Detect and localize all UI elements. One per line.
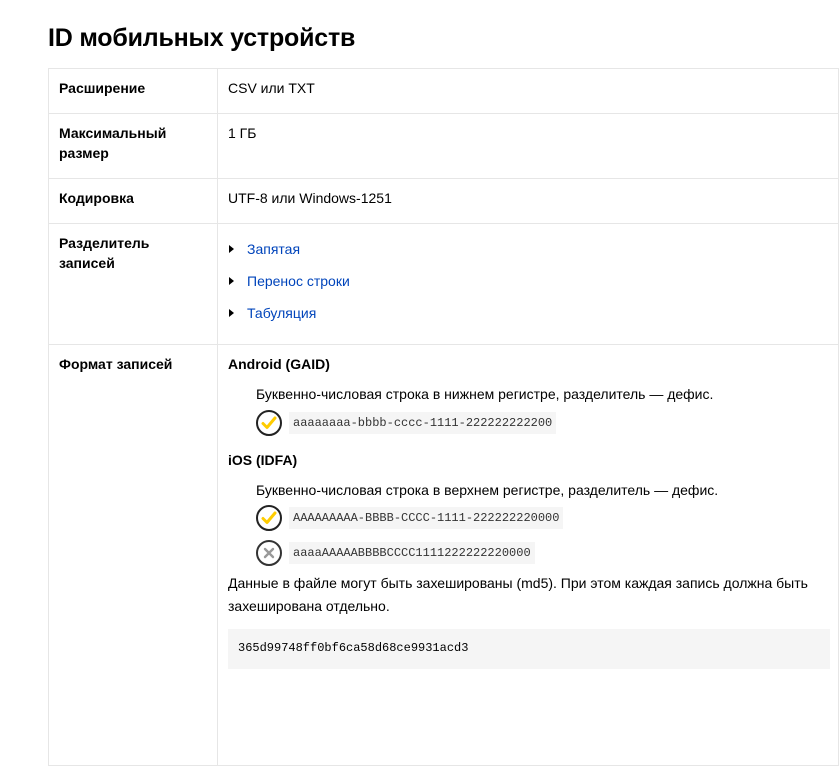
android-heading: Android (GAID)	[228, 356, 330, 372]
separator-option-tab[interactable]: Табуляция	[228, 297, 828, 329]
separator-option-newline[interactable]: Перенос строки	[228, 265, 828, 297]
hash-example-code: 365d99748ff0bf6ca58d68ce9931acd3	[238, 641, 469, 655]
android-description: Буквенно-числовая строка в нижнем регист…	[256, 386, 714, 402]
table-row: Формат записей Android (GAID) Буквенно-ч…	[48, 344, 839, 766]
table-row: Максимальный размер 1 ГБ	[48, 113, 839, 179]
format-label: Формат записей	[48, 344, 218, 766]
expand-arrow-icon[interactable]	[229, 277, 234, 285]
hash-note-line1: Данные в файле могут быть захешированы (…	[228, 575, 808, 591]
max-size-label-line2: размер	[59, 145, 109, 161]
encoding-value: UTF-8 или Windows-1251	[217, 178, 839, 224]
max-size-value: 1 ГБ	[217, 113, 839, 179]
separator-options: Запятая Перенос строки Табуляция	[217, 223, 839, 345]
separator-label: Разделитель записей	[48, 223, 218, 345]
requirements-table: Расширение CSV или TXT Максимальный разм…	[48, 68, 839, 766]
separator-list: Запятая Перенос строки Табуляция	[228, 233, 828, 329]
ios-invalid-code: aaaaAAAAABBBBCCCC1111222222220000	[289, 542, 535, 564]
expand-arrow-icon[interactable]	[229, 309, 234, 317]
format-value: Android (GAID) Буквенно-числовая строка …	[217, 344, 839, 766]
table-row: Расширение CSV или TXT	[48, 68, 839, 114]
max-size-label: Максимальный размер	[48, 113, 218, 179]
separator-label-line1: Разделитель	[59, 235, 150, 251]
ios-valid-example: AAAAAAAAA-BBBB-CCCC-1111-222222220000	[228, 503, 828, 533]
check-icon	[256, 505, 282, 531]
ios-description: Буквенно-числовая строка в верхнем регис…	[256, 482, 719, 498]
max-size-label-line1: Максимальный	[59, 125, 167, 141]
separator-option-comma[interactable]: Запятая	[228, 233, 828, 265]
cross-icon	[256, 540, 282, 566]
extension-label: Расширение	[48, 68, 218, 114]
separator-link-tab[interactable]: Табуляция	[247, 303, 316, 323]
android-valid-example: aaaaaaaa-bbbb-cccc-1111-222222222200	[228, 408, 828, 438]
ios-invalid-example: aaaaAAAAABBBBCCCC1111222222220000	[228, 538, 828, 568]
ios-valid-code: AAAAAAAAA-BBBB-CCCC-1111-222222220000	[289, 507, 564, 529]
page-title: ID мобильных устройств	[48, 24, 356, 52]
android-valid-code: aaaaaaaa-bbbb-cccc-1111-222222222200	[289, 412, 557, 434]
extension-value: CSV или TXT	[217, 68, 839, 114]
separator-link-comma[interactable]: Запятая	[247, 239, 300, 259]
separator-link-newline[interactable]: Перенос строки	[247, 271, 350, 291]
encoding-label: Кодировка	[48, 178, 218, 224]
hash-note-line2: захеширована отдельно.	[228, 598, 390, 614]
table-row: Кодировка UTF-8 или Windows-1251	[48, 178, 839, 224]
check-icon	[256, 410, 282, 436]
separator-label-line2: записей	[59, 255, 115, 271]
expand-arrow-icon[interactable]	[229, 245, 234, 253]
ios-heading: iOS (IDFA)	[228, 452, 298, 468]
hash-code-block: 365d99748ff0bf6ca58d68ce9931acd3	[228, 629, 830, 669]
table-row: Разделитель записей Запятая Перенос стро…	[48, 223, 839, 345]
hash-note: Данные в файле могут быть захешированы (…	[228, 572, 828, 618]
